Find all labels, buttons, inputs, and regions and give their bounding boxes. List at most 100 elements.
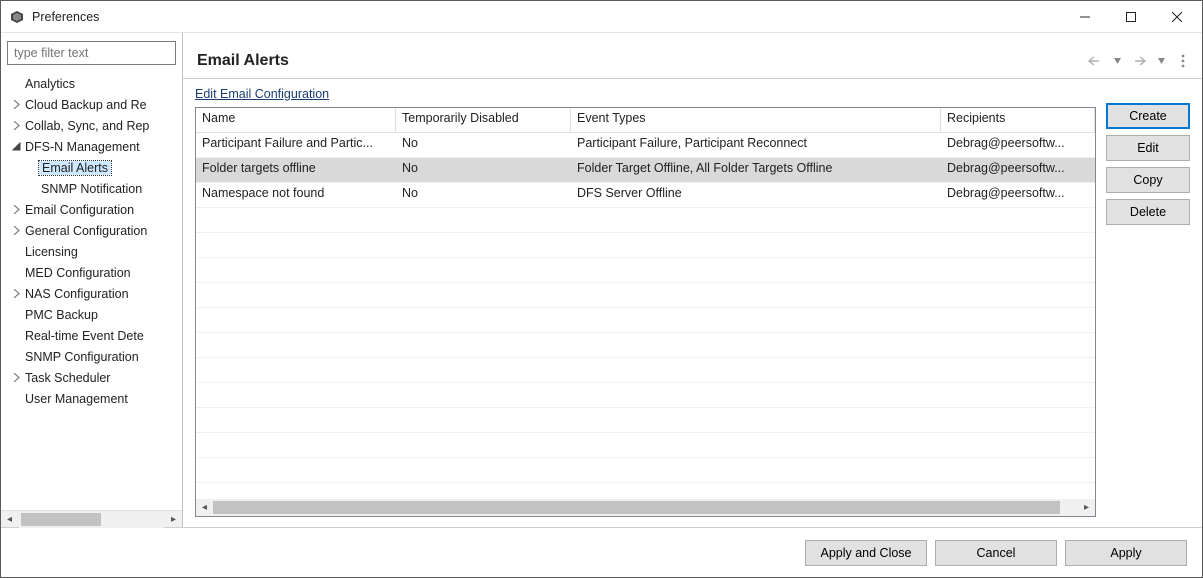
- table-row-empty: [196, 208, 1095, 233]
- cell-event_types: Participant Failure, Participant Reconne…: [571, 133, 941, 158]
- cell-event_types: DFS Server Offline: [571, 183, 941, 208]
- cell-name: Folder targets offline: [196, 158, 396, 183]
- chevron-right-icon: [9, 245, 23, 259]
- tree-item-label: Task Scheduler: [23, 371, 110, 385]
- maximize-button[interactable]: [1108, 2, 1154, 32]
- main-header: Email Alerts: [183, 33, 1202, 79]
- tree-item[interactable]: Real-time Event Dete: [1, 325, 182, 346]
- dropdown-back-icon[interactable]: [1108, 52, 1126, 70]
- table-scrollbar[interactable]: ◂ ▸: [196, 499, 1095, 516]
- tree-item-label: PMC Backup: [23, 308, 98, 322]
- table-row[interactable]: Folder targets offlineNoFolder Target Of…: [196, 158, 1095, 183]
- cell-recipients: Debrag@peersoftw...: [941, 133, 1095, 158]
- chevron-right-icon: [9, 350, 23, 364]
- table-row-empty: [196, 383, 1095, 408]
- chevron-right-icon[interactable]: [9, 287, 23, 301]
- chevron-down-icon[interactable]: [9, 140, 23, 154]
- tree-item[interactable]: General Configuration: [1, 220, 182, 241]
- col-name[interactable]: Name: [196, 108, 396, 133]
- tree-item[interactable]: SNMP Notification: [1, 178, 182, 199]
- table-row-empty: [196, 433, 1095, 458]
- chevron-right-icon[interactable]: [9, 98, 23, 112]
- alerts-table: Name Temporarily Disabled Event Types Re…: [195, 107, 1096, 517]
- scroll-right-icon[interactable]: ▸: [1078, 499, 1095, 516]
- copy-button[interactable]: Copy: [1106, 167, 1190, 193]
- tree-item[interactable]: Licensing: [1, 241, 182, 262]
- tree-item-label: SNMP Notification: [39, 182, 142, 196]
- table-row-empty: [196, 308, 1095, 333]
- scroll-thumb[interactable]: [21, 513, 101, 526]
- table-row[interactable]: Namespace not foundNoDFS Server OfflineD…: [196, 183, 1095, 208]
- dialog-footer: Apply and Close Cancel Apply: [1, 527, 1202, 577]
- tree-item-label: Real-time Event Dete: [23, 329, 144, 343]
- chevron-right-icon: [9, 266, 23, 280]
- filter-input[interactable]: [7, 41, 176, 65]
- tree-item-label: Collab, Sync, and Rep: [23, 119, 149, 133]
- edit-email-config-link[interactable]: Edit Email Configuration: [195, 87, 329, 101]
- tree-item[interactable]: DFS-N Management: [1, 136, 182, 157]
- delete-button[interactable]: Delete: [1106, 199, 1190, 225]
- sidebar-scrollbar[interactable]: ◂ ▸: [1, 510, 182, 527]
- cell-disabled: No: [396, 183, 571, 208]
- close-button[interactable]: [1154, 2, 1200, 32]
- cell-disabled: No: [396, 133, 571, 158]
- back-icon[interactable]: [1086, 52, 1104, 70]
- header-toolbar: [1086, 52, 1192, 70]
- col-disabled[interactable]: Temporarily Disabled: [396, 108, 571, 133]
- minimize-button[interactable]: [1062, 2, 1108, 32]
- chevron-right-icon[interactable]: [9, 203, 23, 217]
- apply-close-button[interactable]: Apply and Close: [805, 540, 927, 566]
- main-panel: Email Alerts Edit Email Configuration Na…: [183, 33, 1202, 527]
- table-row-empty: [196, 358, 1095, 383]
- forward-icon[interactable]: [1130, 52, 1148, 70]
- table-row-empty: [196, 458, 1095, 483]
- tree-item[interactable]: Email Configuration: [1, 199, 182, 220]
- cell-name: Namespace not found: [196, 183, 396, 208]
- tree-item[interactable]: SNMP Configuration: [1, 346, 182, 367]
- cell-recipients: Debrag@peersoftw...: [941, 183, 1095, 208]
- edit-button[interactable]: Edit: [1106, 135, 1190, 161]
- tree-item-label: SNMP Configuration: [23, 350, 139, 364]
- table-header: Name Temporarily Disabled Event Types Re…: [196, 108, 1095, 133]
- tree-item[interactable]: Cloud Backup and Re: [1, 94, 182, 115]
- apply-button[interactable]: Apply: [1065, 540, 1187, 566]
- tree-item[interactable]: Task Scheduler: [1, 367, 182, 388]
- scroll-left-icon[interactable]: ◂: [1, 511, 18, 528]
- cell-disabled: No: [396, 158, 571, 183]
- action-buttons: Create Edit Copy Delete: [1106, 87, 1190, 517]
- tree-item[interactable]: Email Alerts: [1, 157, 182, 178]
- chevron-right-icon[interactable]: [9, 119, 23, 133]
- col-event-types[interactable]: Event Types: [571, 108, 941, 133]
- cancel-button[interactable]: Cancel: [935, 540, 1057, 566]
- menu-icon[interactable]: [1174, 52, 1192, 70]
- tree-item[interactable]: MED Configuration: [1, 262, 182, 283]
- scroll-track[interactable]: [213, 499, 1078, 516]
- chevron-right-icon: [9, 392, 23, 406]
- table-row-empty: [196, 233, 1095, 258]
- scroll-right-icon[interactable]: ▸: [165, 511, 182, 528]
- page-title: Email Alerts: [197, 52, 1086, 70]
- tree-item[interactable]: PMC Backup: [1, 304, 182, 325]
- tree-item-label: Cloud Backup and Re: [23, 98, 147, 112]
- table-row-empty: [196, 408, 1095, 433]
- scroll-left-icon[interactable]: ◂: [196, 499, 213, 516]
- create-button[interactable]: Create: [1106, 103, 1190, 129]
- dropdown-forward-icon[interactable]: [1152, 52, 1170, 70]
- chevron-right-icon: [9, 329, 23, 343]
- window-title: Preferences: [32, 10, 99, 24]
- tree-item-label: Analytics: [23, 77, 75, 91]
- scroll-track[interactable]: [19, 511, 164, 528]
- chevron-right-icon[interactable]: [9, 224, 23, 238]
- table-row-empty: [196, 258, 1095, 283]
- sidebar: Analytics Cloud Backup and Re Collab, Sync…: [1, 33, 183, 527]
- scroll-thumb[interactable]: [213, 501, 1060, 514]
- table-row[interactable]: Participant Failure and Partic...NoParti…: [196, 133, 1095, 158]
- tree-item[interactable]: NAS Configuration: [1, 283, 182, 304]
- col-recipients[interactable]: Recipients: [941, 108, 1095, 133]
- tree-item[interactable]: Collab, Sync, and Rep: [1, 115, 182, 136]
- tree-item[interactable]: User Management: [1, 388, 182, 409]
- chevron-right-icon[interactable]: [9, 371, 23, 385]
- tree-item[interactable]: Analytics: [1, 73, 182, 94]
- table-row-empty: [196, 283, 1095, 308]
- preferences-window: Preferences Analytics Cloud Backup and Re…: [0, 0, 1203, 578]
